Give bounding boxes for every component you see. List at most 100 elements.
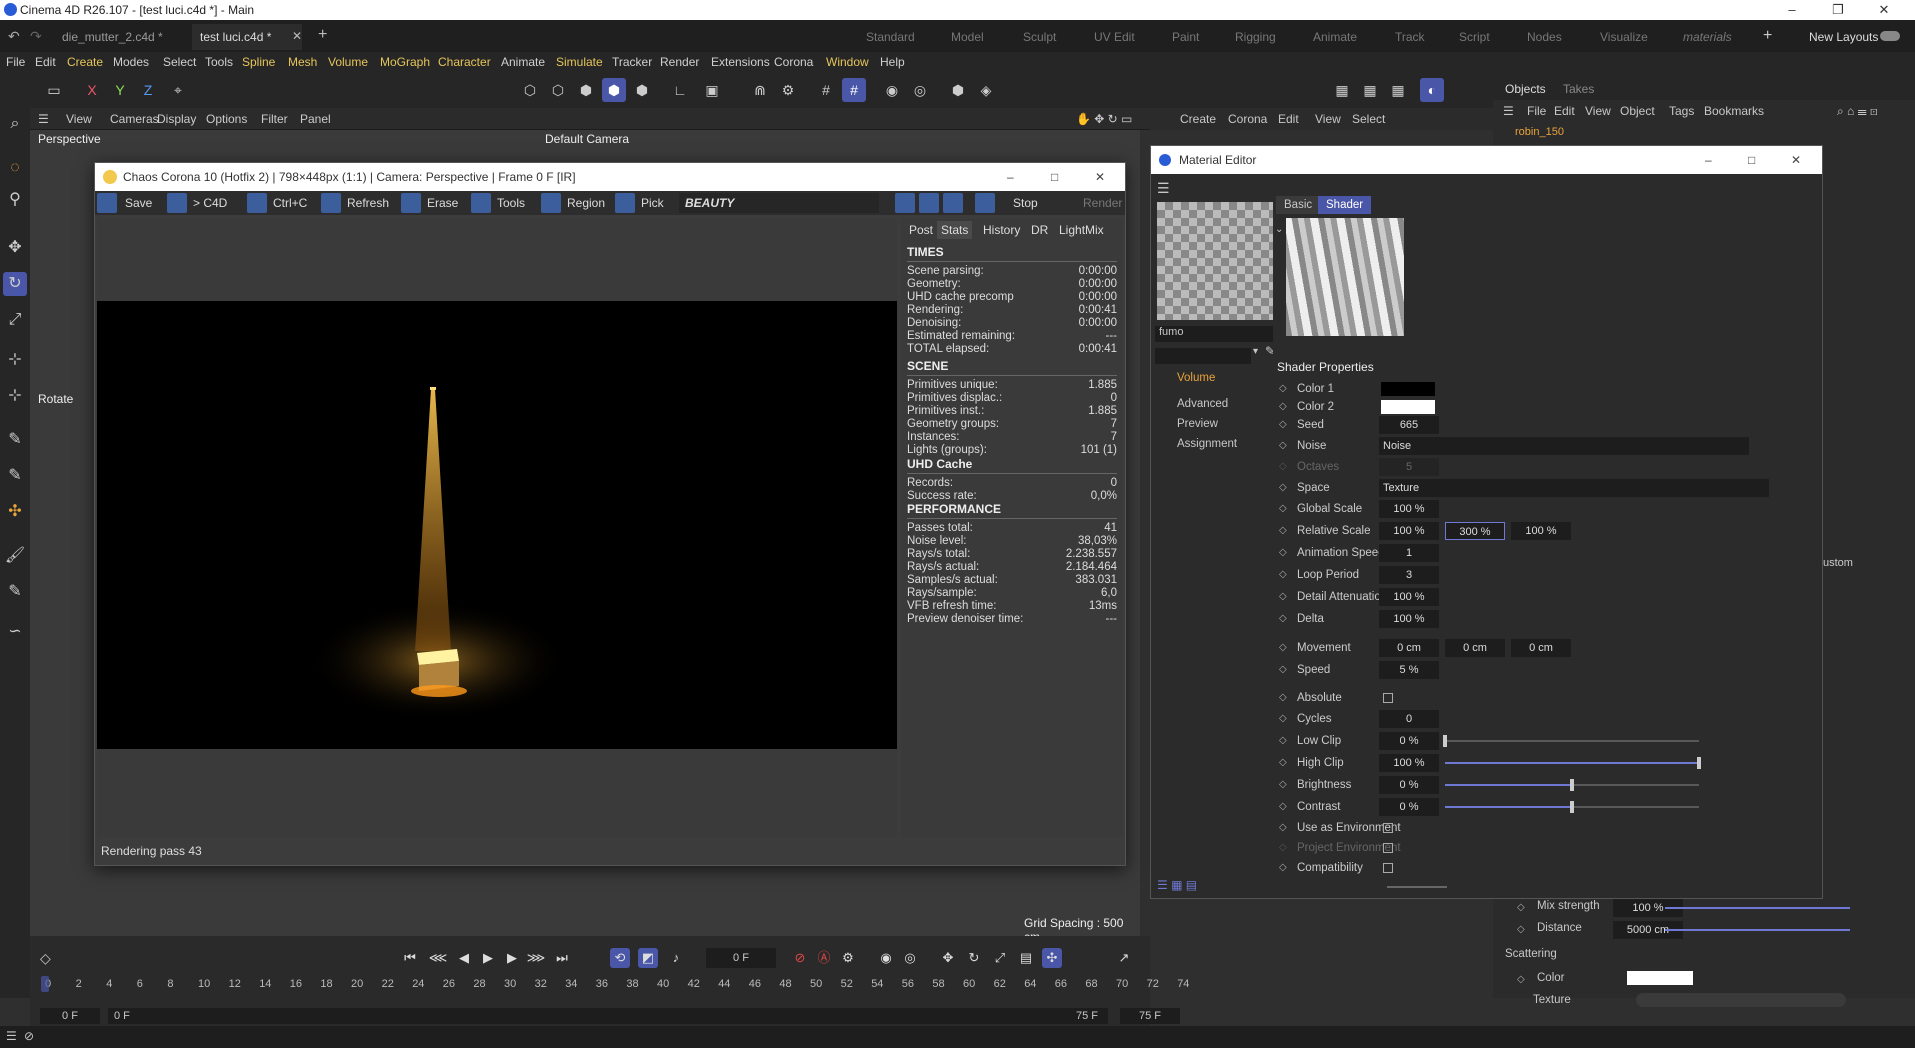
list-view-icon[interactable]: ☰ ▦ ▤ xyxy=(1157,878,1197,892)
tab-shader[interactable]: Shader xyxy=(1318,196,1372,214)
menu-simulate[interactable]: Simulate xyxy=(556,55,603,69)
render-region-icon[interactable]: ▦ xyxy=(1330,78,1354,102)
vp-menu-options[interactable]: Options xyxy=(206,112,247,126)
material-preview[interactable] xyxy=(1157,202,1275,320)
transform-icon[interactable]: ⊹ xyxy=(3,348,27,372)
render-view2-icon[interactable]: ▦ xyxy=(1358,78,1382,102)
tab-stats[interactable]: Stats xyxy=(937,221,973,239)
axis-mode-icon[interactable]: ∟ xyxy=(668,78,692,102)
workplane-icon[interactable]: # xyxy=(842,78,866,102)
object-robin[interactable]: robin_150 xyxy=(1515,126,1564,138)
sound-icon[interactable]: ♪ xyxy=(666,948,686,968)
high-clip-slider[interactable] xyxy=(1445,757,1701,769)
add-layout-icon[interactable]: + xyxy=(1763,27,1772,45)
live-select-icon[interactable]: ⚲ xyxy=(3,188,27,212)
space-diamond-icon[interactable]: ◇ xyxy=(1279,478,1287,498)
low-clip-slider[interactable] xyxy=(1443,735,1699,747)
mm-select[interactable]: Select xyxy=(1352,112,1385,126)
loop-period-field[interactable]: 3 xyxy=(1379,566,1439,584)
layout-track[interactable]: Track xyxy=(1395,24,1425,50)
y-axis-toggle[interactable]: Y xyxy=(108,78,132,102)
next-frame-icon[interactable]: ▶ xyxy=(502,948,522,968)
use-env-diamond-icon[interactable]: ◇ xyxy=(1279,818,1287,838)
octaves-diamond-icon[interactable]: ◇ xyxy=(1279,457,1287,477)
brightness-slider[interactable] xyxy=(1445,779,1699,791)
stop-button[interactable]: Stop xyxy=(1013,193,1038,213)
om-menu-file[interactable]: File xyxy=(1527,104,1546,118)
om-menu-tags[interactable]: Tags xyxy=(1669,104,1694,118)
menu-tools[interactable]: Tools xyxy=(205,55,233,69)
color1-diamond-icon[interactable]: ◇ xyxy=(1279,379,1287,399)
pos-key-icon[interactable]: ✥ xyxy=(938,948,958,968)
doc-tab-1[interactable]: die_mutter_2.c4d * xyxy=(54,24,171,50)
movement-x[interactable]: 0 cm xyxy=(1379,639,1439,657)
mm-view[interactable]: View xyxy=(1315,112,1341,126)
section-assignment[interactable]: Assignment xyxy=(1177,438,1237,450)
status-check-icon[interactable]: ⊘ xyxy=(24,1029,34,1043)
tools-button[interactable]: Tools xyxy=(497,193,525,213)
snap-settings-icon[interactable]: ⚙ xyxy=(776,78,800,102)
color-diamond-icon[interactable]: ◇ xyxy=(1517,974,1525,985)
render-settings2-icon[interactable]: ▦ xyxy=(1386,78,1410,102)
relative-scale-z[interactable]: 100 % xyxy=(1511,522,1571,540)
goto-start-icon[interactable]: ⏮ xyxy=(400,948,420,968)
start-frame-field[interactable]: 0 F xyxy=(40,1008,100,1024)
menu-file[interactable]: File xyxy=(6,55,25,69)
menu-volume[interactable]: Volume xyxy=(328,55,368,69)
snap-icon[interactable]: ⋒ xyxy=(748,78,772,102)
noise-diamond-icon[interactable]: ◇ xyxy=(1279,436,1287,456)
loop-period-diamond-icon[interactable]: ◇ xyxy=(1279,565,1287,585)
layout-uv-edit[interactable]: UV Edit xyxy=(1094,24,1135,50)
prev-frame-icon[interactable]: ◀ xyxy=(454,948,474,968)
layout-model[interactable]: Model xyxy=(951,24,984,50)
current-frame-field[interactable]: 0 F xyxy=(706,948,776,968)
layout-sculpt[interactable]: Sculpt xyxy=(1023,24,1056,50)
menu-modes[interactable]: Modes xyxy=(113,55,149,69)
contrast-diamond-icon[interactable]: ◇ xyxy=(1279,797,1287,817)
preview-size-slider[interactable] xyxy=(1387,886,1447,888)
tab-post[interactable]: Post xyxy=(905,221,937,239)
cycles-diamond-icon[interactable]: ◇ xyxy=(1279,709,1287,729)
om-menu-view[interactable]: View xyxy=(1585,104,1611,118)
points-mode-icon[interactable]: ⬡ xyxy=(518,78,542,102)
menu-create[interactable]: Create xyxy=(67,55,103,69)
mix-strength-diamond-icon[interactable]: ◇ xyxy=(1517,902,1525,913)
tools-icon[interactable] xyxy=(471,193,491,213)
layouts-toggle[interactable] xyxy=(1880,31,1900,41)
camera-icon[interactable]: ⬢ xyxy=(946,78,970,102)
restore-button[interactable]: ❐ xyxy=(1815,0,1861,20)
compat-diamond-icon[interactable]: ◇ xyxy=(1279,858,1287,878)
minimize-button[interactable]: – xyxy=(1769,0,1815,20)
menu-window[interactable]: Window xyxy=(826,55,869,69)
layout-paint[interactable]: Paint xyxy=(1172,24,1199,50)
undo-icon[interactable]: ↶ xyxy=(8,28,20,45)
tab-dr[interactable]: DR xyxy=(1027,221,1052,239)
layout-nodes[interactable]: Nodes xyxy=(1527,24,1562,50)
new-tab-icon[interactable]: + xyxy=(318,26,327,44)
timeline-ruler[interactable]: 0246810121416182022242628303234363840424… xyxy=(41,976,1189,998)
material-dropdown[interactable] xyxy=(1155,348,1251,364)
menu-corona[interactable]: Corona xyxy=(774,55,813,69)
me-maximize-button[interactable]: □ xyxy=(1748,146,1755,174)
render-view-icon[interactable]: ◉ xyxy=(880,78,904,102)
close-window-button[interactable]: ✕ xyxy=(1861,0,1907,20)
ctrl-c-button[interactable]: Ctrl+C xyxy=(273,193,307,213)
collapse-chevron-icon[interactable]: ⌄ xyxy=(1275,224,1283,235)
brightness-diamond-icon[interactable]: ◇ xyxy=(1279,775,1287,795)
om-menu-object[interactable]: Object xyxy=(1620,104,1655,118)
layout-visualize[interactable]: Visualize xyxy=(1600,24,1648,50)
mix-strength-slider[interactable] xyxy=(1665,907,1850,909)
select-tool-icon[interactable]: ◌ xyxy=(3,156,27,180)
viewport-hamburger-icon[interactable]: ☰ xyxy=(38,112,49,126)
vfb-maximize-button[interactable]: □ xyxy=(1051,163,1058,191)
region-icon[interactable] xyxy=(541,193,561,213)
key-settings-icon[interactable]: ⚙ xyxy=(838,948,858,968)
high-clip-diamond-icon[interactable]: ◇ xyxy=(1279,753,1287,773)
distance-diamond-icon[interactable]: ◇ xyxy=(1517,924,1525,935)
menu-character[interactable]: Character xyxy=(438,55,491,69)
om-menu-edit[interactable]: Edit xyxy=(1554,104,1575,118)
menu-mograph[interactable]: MoGraph xyxy=(380,55,430,69)
high-clip-slider-knob[interactable] xyxy=(1697,757,1701,769)
low-clip-diamond-icon[interactable]: ◇ xyxy=(1279,731,1287,751)
new-layouts-link[interactable]: New Layouts xyxy=(1809,24,1878,50)
